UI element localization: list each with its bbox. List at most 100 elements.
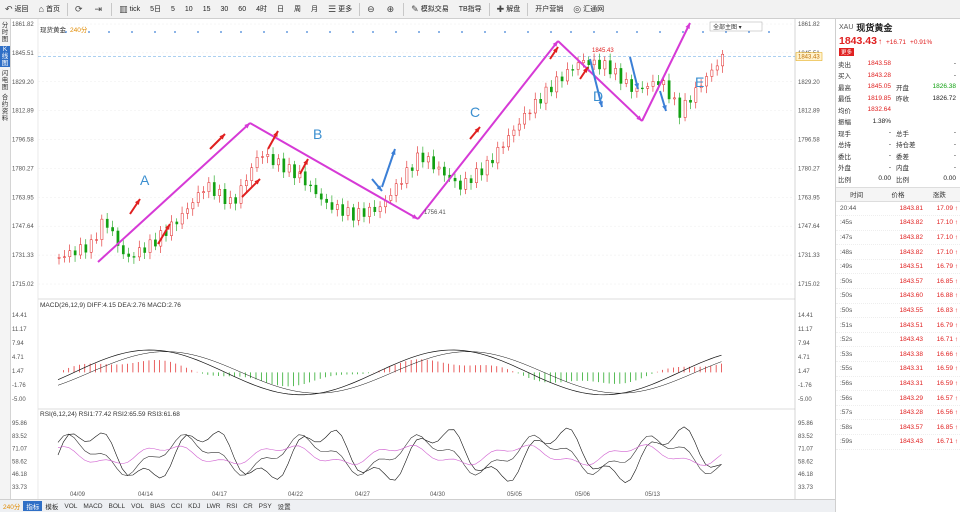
indicator-tab[interactable]: CCI <box>168 503 185 510</box>
event-dot <box>286 31 288 33</box>
quote-value: 0.00 <box>878 175 891 183</box>
y-tick-label: 1829.20 <box>12 80 34 86</box>
tick-time: :50s <box>840 306 853 314</box>
tick-change: 16.79 ↑ <box>936 263 958 271</box>
x-date-label: 04/27 <box>355 492 371 498</box>
quote-label: 现手 <box>838 130 851 138</box>
chart-area[interactable]: 1861.821861.821845.511845.511829.201829.… <box>10 19 835 499</box>
toolbar-item-20[interactable]: ✚ 解盘 <box>492 0 526 19</box>
toolbar-item-19[interactable]: TB指导 <box>454 0 487 19</box>
toolbar-label: 模拟交易 <box>420 6 449 13</box>
event-dot <box>108 31 110 33</box>
tick-row: :56s 1843.31 16.59 ↑ <box>836 377 960 392</box>
indicator-tab[interactable]: 240分 <box>0 501 23 511</box>
rsi-y-tick: 83.52 <box>12 434 28 440</box>
high-price-label: 1845.43 <box>592 48 614 54</box>
tick-time: :56s <box>840 394 853 402</box>
tab-flash-chart[interactable]: 闪电图 <box>0 70 10 91</box>
indicator-tab[interactable]: LWR <box>203 503 223 510</box>
indicator-tab[interactable]: 模板 <box>42 501 61 511</box>
toolbar-separator <box>359 2 361 16</box>
x-date-label: 05/05 <box>507 492 523 498</box>
toolbar-item-22[interactable]: ◎ 汇通网 <box>568 0 609 19</box>
y-tick-label: 1780.27 <box>12 166 34 172</box>
tab-contract-info[interactable]: 合约资料 <box>0 94 10 122</box>
rsi-header: RSI(6,12,24) RSI1:77.42 RSI2:65.59 RSI3:… <box>40 411 180 418</box>
price-change: +16.71 <box>885 39 907 46</box>
candle-body <box>277 158 280 166</box>
toolbar-item-13[interactable]: 周 <box>289 0 306 19</box>
candle-body <box>170 221 173 236</box>
candle-body <box>175 221 179 225</box>
tab-kline[interactable]: K线图 <box>0 46 10 67</box>
x-date-label: 04/17 <box>212 492 228 498</box>
quote-label-2: 开盘 <box>896 84 909 92</box>
toolbar-item-7[interactable]: 10 <box>180 0 198 19</box>
toolbar-item-9[interactable]: 30 <box>216 0 234 19</box>
indicator-tab[interactable]: KDJ <box>185 503 203 510</box>
indicator-tab[interactable]: 设置 <box>275 501 294 511</box>
tick-change: 16.66 ↑ <box>936 350 958 358</box>
event-dot <box>504 31 506 33</box>
kline-chart-svg[interactable]: 1861.821861.821845.511845.511829.201829.… <box>10 19 835 499</box>
indicator-tab[interactable]: VOL <box>128 503 147 510</box>
indicator-tab[interactable]: 指标 <box>23 501 43 511</box>
toolbar-item-2[interactable]: ⟳ <box>70 0 90 19</box>
tick-header-time: 时间 <box>850 192 864 199</box>
toolbar-item-5[interactable]: 5日 <box>145 0 166 19</box>
candle-body <box>432 156 436 170</box>
toolbar-item-14[interactable]: 月 <box>306 0 323 19</box>
toolbar-label: TB指导 <box>458 6 482 13</box>
tick-header-price: 价格 <box>891 192 905 199</box>
tick-time: 20:44 <box>840 204 857 212</box>
toolbar-item-18[interactable]: ✎ 模拟交易 <box>406 0 454 19</box>
candle-body <box>555 76 559 93</box>
blue-trend-arrow <box>381 148 396 188</box>
tab-timeshare[interactable]: 分时图 <box>0 22 10 43</box>
indicator-tab[interactable]: BOLL <box>106 503 129 510</box>
candle-body <box>368 206 371 217</box>
event-dot <box>220 31 222 33</box>
toolbar-item-6[interactable]: 5 <box>166 0 180 19</box>
toolbar-item-21[interactable]: 开户营销 <box>530 0 568 19</box>
candle-body <box>421 152 425 163</box>
toolbar-item-0[interactable]: ↶ 返回 <box>0 0 34 19</box>
quote-value-2: 0.00 <box>943 175 956 183</box>
indicator-tab[interactable]: CR <box>240 503 255 510</box>
candle-body <box>143 247 147 253</box>
candle-body <box>603 60 607 70</box>
y-tick-label: 1796.58 <box>12 138 34 144</box>
toolbar-item-4[interactable]: ▥ tick <box>114 0 145 19</box>
candle-body <box>464 178 468 190</box>
toolbar-item-15[interactable]: ☰ 更多 <box>323 0 357 19</box>
indicator-tab[interactable]: MACD <box>80 503 105 510</box>
toolbar-item-1[interactable]: ⌂ 首页 <box>34 0 65 19</box>
indicator-tab[interactable]: VOL <box>61 503 80 510</box>
indicator-tab[interactable]: PSY <box>256 503 275 510</box>
candle-body <box>673 97 676 100</box>
toolbar-separator <box>488 2 490 16</box>
toolbar-item-8[interactable]: 15 <box>198 0 216 19</box>
toolbar-item-11[interactable]: 4时 <box>251 0 272 19</box>
event-dot <box>616 31 618 33</box>
toolbar-item-12[interactable]: 日 <box>272 0 289 19</box>
wave-label-E: E <box>695 74 704 90</box>
macd-dea-line <box>57 351 722 394</box>
quote-row: 比例 0.00 比例 0.00 <box>836 173 960 185</box>
event-dot <box>395 31 397 33</box>
indicator-tab[interactable]: RSI <box>223 503 240 510</box>
indicator-tab[interactable]: BIAS <box>147 503 168 510</box>
toolbar-item-10[interactable]: 60 <box>233 0 251 19</box>
more-tag[interactable]: 更多 <box>839 48 855 56</box>
toolbar-item-3[interactable]: ⇥ <box>90 0 110 19</box>
y-tick-label: 1796.58 <box>798 138 820 144</box>
wave-line-a <box>97 122 251 263</box>
toolbar-label: tick <box>129 5 141 13</box>
toolbar-item-17[interactable]: ⊕ <box>382 0 402 19</box>
tick-row: :50s 1843.55 16.83 ↑ <box>836 304 960 319</box>
macd-y-tick: -1.76 <box>12 383 26 389</box>
price-row: 1843.43 ↑ +16.71 +0.91% <box>836 35 960 48</box>
toolbar-item-16[interactable]: ⊖ <box>362 0 382 19</box>
tick-header: 时间 价格 涨跌 <box>836 186 960 202</box>
candle-body <box>218 189 221 196</box>
